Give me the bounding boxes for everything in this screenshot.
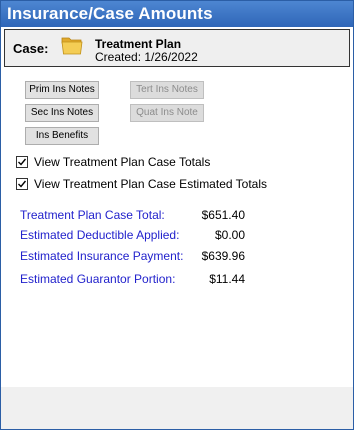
resize-grip-icon[interactable] — [159, 425, 195, 429]
case-total-label: Treatment Plan Case Total: — [20, 208, 165, 222]
footer-area — [1, 387, 353, 429]
case-totals-checkbox[interactable] — [16, 156, 28, 168]
insurance-payment-value: $639.96 — [201, 249, 245, 263]
case-panel: Case: Treatment Plan Created: 1/26/2022 — [4, 29, 350, 67]
folder-icon — [60, 33, 84, 57]
checkmark-icon — [18, 158, 27, 166]
ins-benefits-button[interactable]: Ins Benefits — [25, 127, 99, 145]
sec-ins-notes-button[interactable]: Sec Ins Notes — [25, 104, 99, 122]
case-estimated-totals-checkbox-label[interactable]: View Treatment Plan Case Estimated Total… — [34, 177, 267, 191]
deductible-applied-label: Estimated Deductible Applied: — [20, 228, 180, 242]
case-estimated-totals-checkbox[interactable] — [16, 178, 28, 190]
case-name: Treatment Plan — [95, 37, 182, 51]
tert-ins-notes-button[interactable]: Tert Ins Notes — [130, 81, 204, 99]
insurance-case-amounts-window: Insurance/Case Amounts Case: Treatment P… — [0, 0, 354, 430]
quat-ins-note-button[interactable]: Quat Ins Note — [130, 104, 204, 122]
case-created-date: Created: 1/26/2022 — [95, 50, 198, 64]
title-bar[interactable]: Insurance/Case Amounts — [1, 1, 353, 27]
case-totals-checkbox-label[interactable]: View Treatment Plan Case Totals — [34, 155, 210, 169]
window-title: Insurance/Case Amounts — [7, 4, 213, 23]
case-total-value: $651.40 — [201, 208, 245, 222]
checkmark-icon — [18, 180, 27, 188]
insurance-payment-label: Estimated Insurance Payment: — [20, 249, 184, 263]
prim-ins-notes-button[interactable]: Prim Ins Notes — [25, 81, 99, 99]
case-label: Case: — [13, 41, 49, 56]
guarantor-portion-label: Estimated Guarantor Portion: — [20, 272, 176, 286]
deductible-applied-value: $0.00 — [214, 228, 245, 242]
guarantor-portion-value: $11.44 — [209, 272, 245, 286]
